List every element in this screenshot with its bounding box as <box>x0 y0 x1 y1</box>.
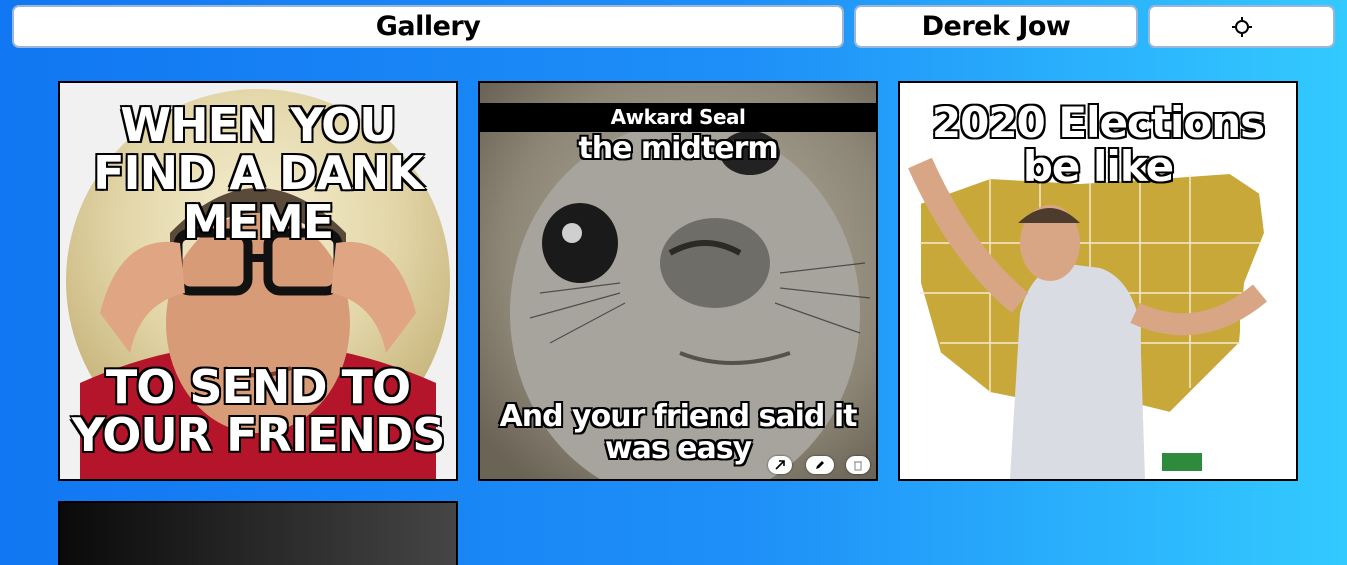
user-button-label: Derek Jow <box>921 11 1071 42</box>
settings-button[interactable] <box>1148 5 1335 48</box>
meme-top-text: the midterm <box>577 131 779 166</box>
edit-button[interactable] <box>806 456 834 474</box>
gallery-button-label: Gallery <box>375 11 481 42</box>
open-icon <box>774 459 786 471</box>
user-button[interactable]: Derek Jow <box>854 5 1138 48</box>
meme-card[interactable]: WHEN YOU FIND A DANK MEME TO SEND TO YOU… <box>58 81 458 481</box>
delete-button[interactable] <box>846 456 870 474</box>
gallery-button[interactable]: Gallery <box>12 5 844 48</box>
meme-top-text: 2020 Elections be like <box>931 98 1266 192</box>
meme-card[interactable]: the midterm Awkard Seal And your friend … <box>478 81 878 481</box>
meme-top-text: WHEN YOU FIND A DANK MEME <box>92 98 425 249</box>
meme-bottom-text: TO SEND TO YOUR FRIENDS <box>71 360 447 463</box>
settings-sun-icon <box>1231 16 1253 38</box>
edit-icon <box>814 459 826 471</box>
meme-title: Awkard Seal <box>480 103 876 132</box>
meme-card[interactable] <box>58 501 458 565</box>
meme-card[interactable]: 2020 Elections be like <box>898 81 1298 481</box>
open-button[interactable] <box>768 456 792 474</box>
delete-icon <box>852 459 864 471</box>
meme-bottom-text: And your friend said it was easy <box>499 399 859 466</box>
